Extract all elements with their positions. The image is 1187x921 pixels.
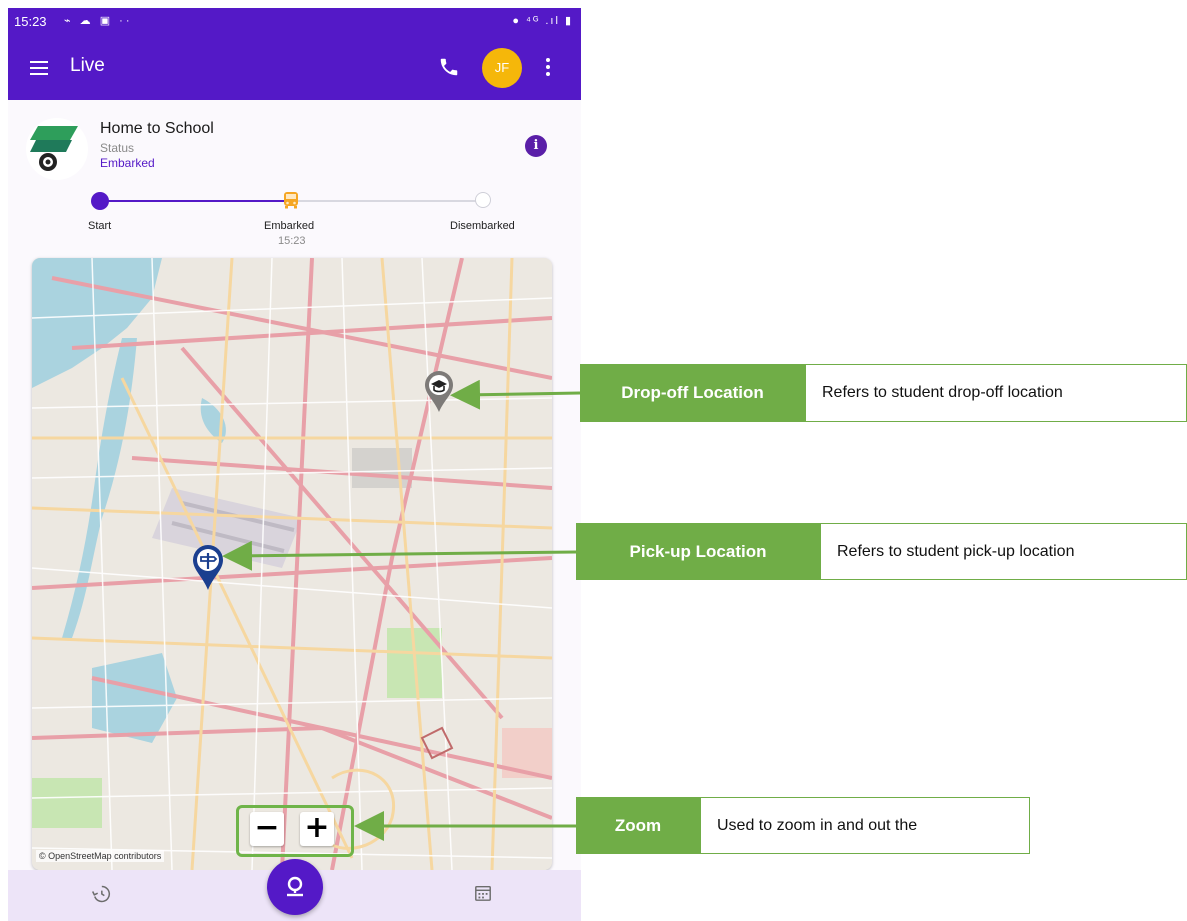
callout-dropoff-description: Refers to student drop-off location [805, 364, 1187, 422]
callout-zoom-description: Used to zoom in and out the [700, 797, 1030, 854]
callout-pickup-label: Pick-up Location [576, 523, 820, 580]
callout-arrows [222, 379, 581, 841]
callout-zoom-label: Zoom [576, 797, 700, 854]
callout-dropoff-label: Drop-off Location [580, 364, 805, 422]
callout-pickup-description: Refers to student pick-up location [820, 523, 1187, 580]
